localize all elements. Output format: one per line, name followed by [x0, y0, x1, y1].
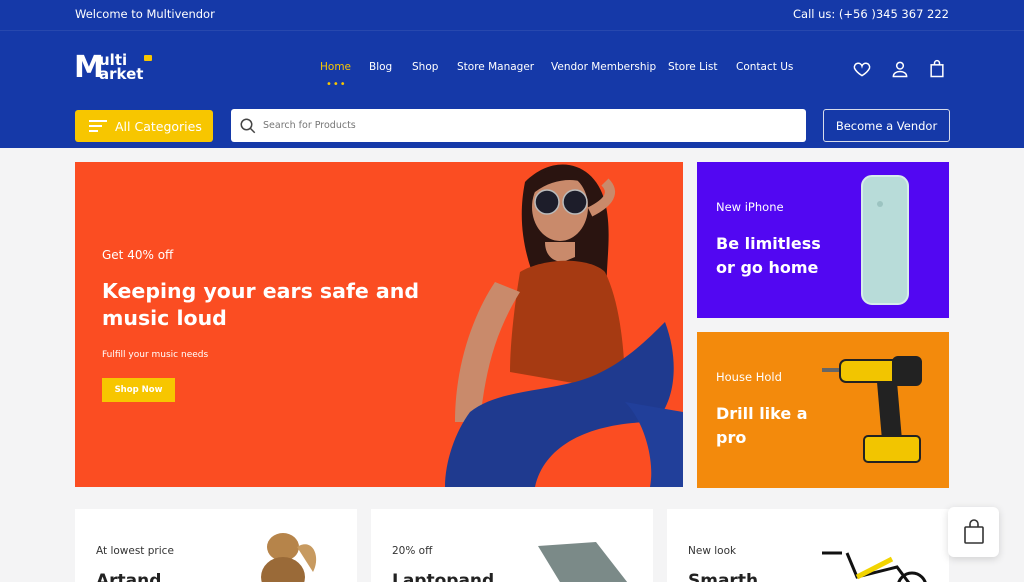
all-categories-label: All Categories — [115, 118, 202, 134]
iphone-image — [861, 175, 909, 305]
card-title: Laptopand — [392, 571, 495, 582]
hero-model-image — [445, 164, 683, 487]
card-title: Smarth — [688, 571, 759, 582]
nav-blog[interactable]: Blog — [369, 61, 412, 73]
product-card-laptop[interactable]: 20% off Laptopand — [371, 509, 653, 582]
nav-store-list[interactable]: Store List — [668, 61, 736, 73]
all-categories-button[interactable]: All Categories — [75, 110, 213, 142]
search-icon[interactable] — [239, 117, 257, 135]
menu-icon — [89, 117, 107, 135]
card-title: Artand — [96, 571, 162, 582]
user-icon[interactable] — [890, 59, 910, 79]
floating-cart-button[interactable] — [948, 507, 999, 557]
hero-subtitle: Fulfill your music needs — [102, 350, 209, 360]
search-input[interactable] — [263, 109, 793, 142]
nav-home[interactable]: Home — [320, 61, 369, 73]
search-row: All Categories Become a Vendor — [0, 104, 1024, 148]
promo-iphone[interactable]: New iPhone Be limitless or go home — [697, 162, 949, 318]
drill-image — [822, 356, 922, 463]
main-nav: Home ••• Blog Shop Store Manager Vendor … — [320, 61, 793, 90]
shopping-bag-icon — [963, 519, 984, 544]
product-card-art[interactable]: At lowest price Artand — [75, 509, 357, 582]
promo-title: Be limitless or go home — [716, 234, 821, 277]
card-kicker: New look — [688, 545, 737, 557]
hero-title: Keeping your ears safe and music loud — [102, 279, 420, 330]
nav-contact-us[interactable]: Contact Us — [736, 61, 793, 73]
hero-kicker: Get 40% off — [102, 248, 174, 262]
welcome-text: Welcome to Multivendor — [75, 7, 215, 21]
promo-drill[interactable]: House Hold Drill like a pro — [697, 332, 949, 488]
promo-kicker: House Hold — [716, 370, 782, 384]
card-kicker: At lowest price — [96, 545, 174, 557]
card-kicker: 20% off — [392, 545, 433, 557]
nav-shop[interactable]: Shop — [412, 61, 457, 73]
hero-banner[interactable]: Get 40% off Keeping your ears safe and m… — [75, 162, 683, 487]
shop-now-button[interactable]: Shop Now — [102, 378, 175, 402]
promo-kicker: New iPhone — [716, 200, 784, 214]
promo-title: Drill like a pro — [716, 404, 808, 447]
product-card-bike[interactable]: New look Smarth — [667, 509, 949, 582]
top-bar: Welcome to Multivendor Call us: (+56 )34… — [0, 0, 1024, 30]
bike-image — [822, 551, 927, 582]
logo-cart-icon — [144, 55, 152, 61]
bag-icon[interactable] — [927, 59, 947, 79]
nav-vendor-membership[interactable]: Vendor Membership — [551, 61, 668, 73]
active-indicator: ••• — [326, 79, 347, 90]
main-header: M ulti arket Home ••• Blog Shop Store Ma… — [0, 30, 1024, 104]
laptop-image — [538, 542, 628, 582]
become-vendor-button[interactable]: Become a Vendor — [823, 109, 950, 142]
call-us-text[interactable]: Call us: (+56 )345 367 222 — [793, 7, 949, 21]
nav-store-manager[interactable]: Store Manager — [457, 61, 551, 73]
search-box — [231, 109, 806, 142]
statue-image — [261, 533, 317, 582]
heart-icon[interactable] — [852, 59, 872, 79]
